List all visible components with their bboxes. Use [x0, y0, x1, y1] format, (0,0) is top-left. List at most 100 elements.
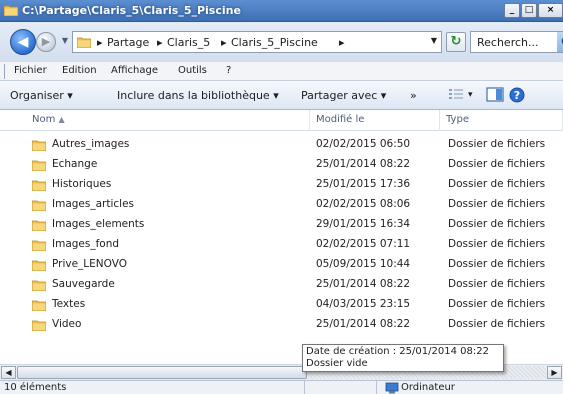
file-row[interactable]: Images_articles 02/02/2015 08:06 Dossier d… [0, 195, 563, 215]
file-row[interactable]: Images_fond 02/02/2015 07:11 Dossier de fi… [0, 235, 563, 255]
file-name: Video [52, 318, 82, 330]
chevron-down-icon[interactable]: ▾ [468, 90, 473, 100]
file-type: Dossier de fichiers [448, 138, 546, 150]
chevron-down-icon: ▼ [61, 36, 69, 45]
svg-text:?: ? [514, 89, 520, 102]
include-library-button[interactable]: Inclure dans la bibliothèque ▾ [117, 89, 279, 102]
item-count: 10 éléments [4, 382, 67, 393]
navigation-bar: ◀ ▶ ▼ ▸ Partage ▸ Claris_5 ▸ Claris_5_Pi… [0, 22, 563, 62]
tooltip-creation-date: Date de création : 25/01/2014 08:22 [306, 346, 489, 357]
file-modified: 02/02/2015 08:06 [316, 198, 411, 210]
menu-fichier[interactable]: Fichier [14, 65, 47, 76]
breadcrumb-claris-5-piscine[interactable]: Claris_5_Piscine [231, 36, 318, 49]
search-box[interactable]: Recherch... [470, 31, 563, 53]
status-empty-cell [305, 381, 377, 394]
file-type: Dossier de fichiers [448, 218, 546, 230]
view-options-icon[interactable] [448, 87, 464, 101]
folder-icon [32, 200, 46, 211]
scroll-thumb[interactable] [17, 366, 307, 379]
folder-icon [32, 300, 46, 311]
file-row[interactable]: Echange 25/01/2014 08:22 Dossier de fichie… [0, 155, 563, 175]
file-name: Images_articles [52, 198, 135, 210]
file-modified: 25/01/2014 08:22 [316, 318, 411, 330]
column-name[interactable]: Nom ▲ [0, 110, 310, 131]
forward-button[interactable]: ▶ [36, 32, 56, 52]
menu-edition[interactable]: Edition [62, 65, 97, 76]
scroll-left-button[interactable]: ◀ [1, 366, 16, 379]
file-name: Autres_images [52, 138, 130, 150]
file-name: Images_elements [52, 218, 145, 230]
status-count-cell: 10 éléments [0, 381, 305, 394]
preview-pane-icon[interactable] [486, 87, 504, 102]
file-modified: 02/02/2015 07:11 [316, 238, 411, 250]
refresh-button[interactable]: ↻ [446, 32, 466, 52]
chevron-down-icon: ▾ [273, 89, 279, 102]
file-type: Dossier de fichiers [448, 318, 546, 330]
file-row[interactable]: Sauvegarde 25/01/2014 08:22 Dossier de fic… [0, 275, 563, 295]
search-button[interactable] [557, 32, 563, 52]
address-bar[interactable]: ▸ Partage ▸ Claris_5 ▸ Claris_5_Piscine … [72, 31, 442, 53]
file-name: Textes [52, 298, 86, 310]
file-name: Prive_LENOVO [52, 258, 127, 270]
file-type: Dossier de fichiers [448, 158, 546, 170]
location-label: Ordinateur [401, 382, 455, 393]
maximize-button[interactable]: □ [521, 3, 537, 18]
column-type[interactable]: Type [440, 110, 563, 131]
file-modified: 04/03/2015 23:15 [316, 298, 411, 310]
file-name: Images_fond [52, 238, 120, 250]
folder-icon [32, 160, 46, 171]
breadcrumb-separator[interactable]: ▸ [97, 36, 103, 49]
file-type: Dossier de fichiers [448, 298, 546, 310]
folder-icon [32, 280, 46, 291]
organize-button[interactable]: Organiser ▾ [10, 89, 73, 102]
file-row[interactable]: Images_elements 29/01/2015 16:34 Dossier d… [0, 215, 563, 235]
breadcrumb-separator[interactable]: ▸ [339, 36, 345, 49]
column-name-label: Nom [32, 114, 56, 125]
status-location-cell: Ordinateur [377, 381, 563, 394]
column-header: Nom ▲ Modifié le Type [0, 110, 563, 131]
breadcrumb-claris-5[interactable]: Claris_5 [167, 36, 210, 49]
scroll-right-button[interactable]: ▶ [547, 366, 562, 379]
command-bar: Organiser ▾ Inclure dans la bibliothèque… [0, 81, 563, 110]
share-button[interactable]: Partager avec ▾ [301, 89, 386, 102]
folder-icon [32, 140, 46, 151]
breadcrumb-separator[interactable]: ▸ [157, 36, 163, 49]
file-type: Dossier de fichiers [448, 258, 546, 270]
computer-icon [385, 382, 399, 394]
help-icon[interactable]: ? [509, 87, 525, 103]
file-row[interactable]: Autres_images 02/02/2015 06:50 Dossier de … [0, 135, 563, 155]
close-button[interactable]: × [538, 3, 563, 18]
file-name: Historiques [52, 178, 112, 190]
file-type: Dossier de fichiers [448, 198, 546, 210]
column-modified[interactable]: Modifié le [310, 110, 440, 131]
breadcrumb-partage[interactable]: Partage [107, 36, 149, 49]
more-commands-button[interactable]: » [410, 89, 417, 102]
title-bar: C:\Partage\Claris_5\Claris_5_Piscine _ □… [0, 0, 563, 22]
file-row[interactable]: Historiques 25/01/2015 17:36 Dossier de fi… [0, 175, 563, 195]
file-row[interactable]: Prive_LENOVO 05/09/2015 10:44 Dossier de f… [0, 255, 563, 275]
file-modified: 02/02/2015 06:50 [316, 138, 411, 150]
back-button[interactable]: ◀ [10, 29, 36, 55]
folder-icon [32, 220, 46, 231]
folder-icon [77, 37, 91, 48]
file-row[interactable]: Video 25/01/2014 08:22 Dossier de fichiers [0, 315, 563, 335]
menu-outils[interactable]: Outils [178, 65, 207, 76]
chevron-down-icon[interactable]: ▼ [431, 36, 437, 45]
tooltip-status: Dossier vide [306, 358, 368, 369]
file-modified: 05/09/2015 10:44 [316, 258, 411, 270]
file-row[interactable]: Textes 04/03/2015 23:15 Dossier de fichier… [0, 295, 563, 315]
chevron-down-icon: ▾ [380, 89, 387, 102]
folder-icon [4, 5, 18, 16]
file-name: Sauvegarde [52, 278, 115, 290]
folder-icon [32, 240, 46, 251]
arrow-left-icon: ◀ [17, 34, 29, 50]
menu-help[interactable]: ? [226, 65, 231, 76]
arrow-left-icon: ◀ [5, 368, 12, 377]
history-dropdown[interactable]: ▼ [59, 34, 71, 48]
file-modified: 25/01/2014 08:22 [316, 278, 411, 290]
search-input[interactable]: Recherch... [477, 36, 539, 49]
arrow-right-icon: ▶ [41, 35, 51, 48]
menu-affichage[interactable]: Affichage [111, 65, 158, 76]
minimize-button[interactable]: _ [504, 3, 520, 18]
breadcrumb-separator[interactable]: ▸ [221, 36, 227, 49]
